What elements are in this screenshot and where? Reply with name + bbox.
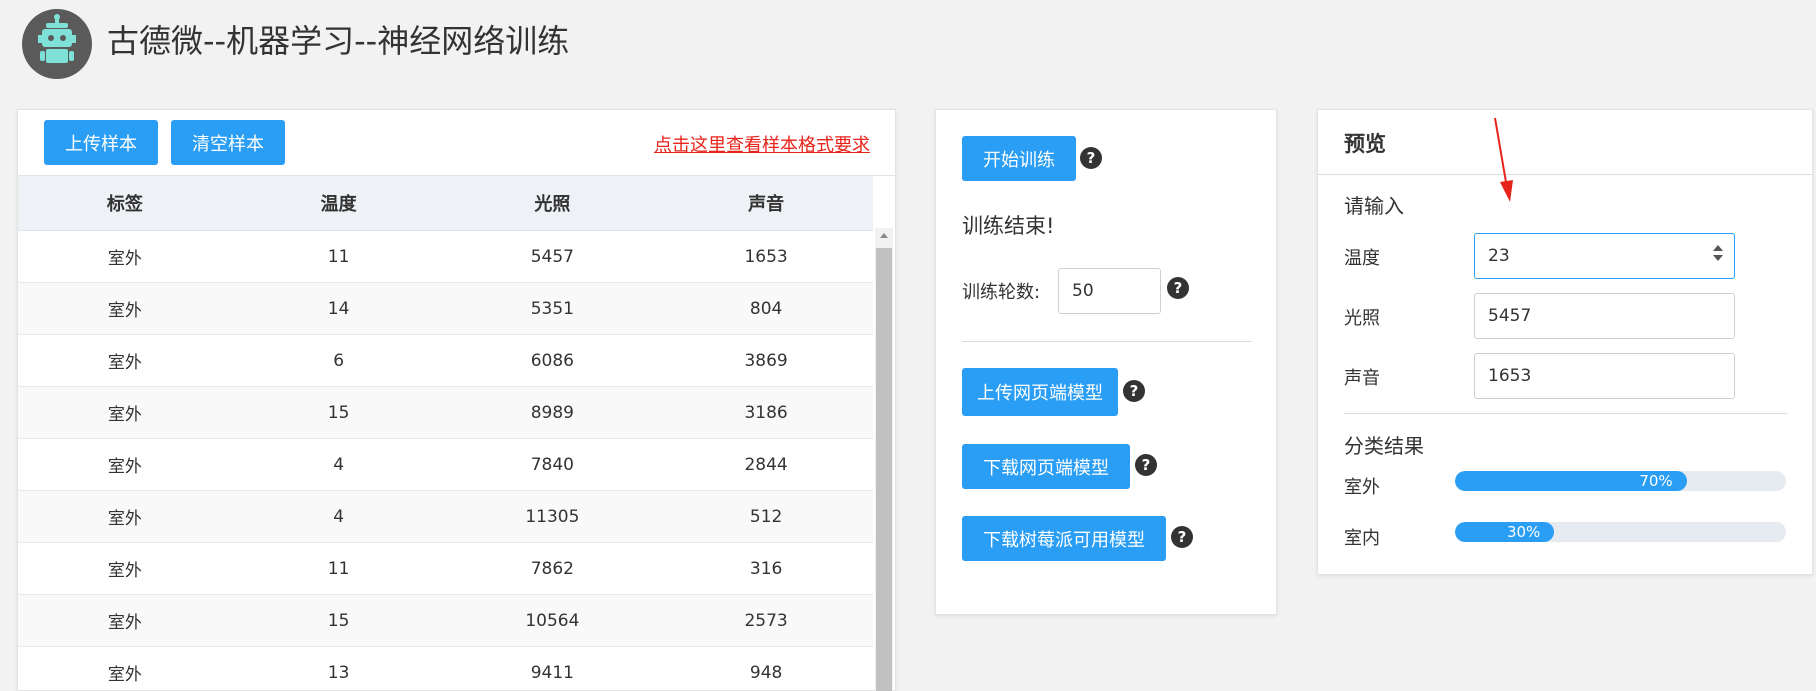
cell-light: 10564 — [446, 595, 660, 647]
help-icon[interactable]: ? — [1167, 277, 1189, 299]
table-header-row: 标签 温度 光照 声音 — [18, 176, 873, 231]
cell-temperature: 14 — [232, 283, 446, 335]
table-row: 室外 15 8989 3186 — [18, 387, 873, 439]
table-row: 室外 4 7840 2844 — [18, 439, 873, 491]
table-row: 室外 14 5351 804 — [18, 283, 873, 335]
result-label-outdoor: 室外 — [1344, 473, 1380, 499]
help-icon[interactable]: ? — [1123, 380, 1145, 402]
cell-sound: 3186 — [659, 387, 873, 439]
epochs-label: 训练轮数: — [962, 278, 1040, 304]
result-bar-fill: 30% — [1455, 522, 1554, 542]
cell-sound: 3869 — [659, 335, 873, 387]
preview-title: 预览 — [1344, 128, 1386, 158]
app-header: 古德微--机器学习--神经网络训练 — [0, 0, 1816, 90]
cell-temperature: 4 — [232, 491, 446, 543]
cell-label: 室外 — [18, 283, 232, 335]
divider — [1344, 413, 1787, 414]
cell-label: 室外 — [18, 439, 232, 491]
table-row: 室外 4 11305 512 — [18, 491, 873, 543]
input-heading: 请输入 — [1344, 190, 1404, 219]
cell-label: 室外 — [18, 335, 232, 387]
cell-sound: 2573 — [659, 595, 873, 647]
sample-format-link[interactable]: 点击这里查看样本格式要求 — [654, 131, 870, 157]
light-input[interactable] — [1474, 293, 1735, 339]
cell-temperature: 15 — [232, 387, 446, 439]
upload-samples-button[interactable]: 上传样本 — [44, 120, 158, 165]
cell-sound: 316 — [659, 543, 873, 595]
spinner-down-icon[interactable] — [1713, 255, 1723, 261]
spinner-up-icon[interactable] — [1713, 245, 1723, 251]
column-header-label: 标签 — [18, 176, 232, 231]
result-bar-fill: 70% — [1455, 471, 1687, 491]
cell-light: 5457 — [446, 231, 660, 283]
divider — [962, 341, 1252, 342]
cell-light: 11305 — [446, 491, 660, 543]
divider — [1318, 174, 1812, 175]
scroll-up-arrow-icon[interactable] — [880, 233, 888, 238]
table-row: 室外 11 7862 316 — [18, 543, 873, 595]
help-icon[interactable]: ? — [1135, 454, 1157, 476]
robot-icon — [22, 9, 92, 79]
cell-sound: 2844 — [659, 439, 873, 491]
help-icon[interactable]: ? — [1171, 526, 1193, 548]
column-header-light: 光照 — [446, 176, 660, 231]
cell-label: 室外 — [18, 491, 232, 543]
help-icon[interactable]: ? — [1080, 147, 1102, 169]
cell-temperature: 11 — [232, 231, 446, 283]
sound-input[interactable] — [1474, 353, 1735, 399]
training-status: 训练结束! — [962, 210, 1054, 240]
cell-label: 室外 — [18, 595, 232, 647]
number-spinner-icon[interactable] — [1711, 245, 1723, 263]
cell-label: 室外 — [18, 387, 232, 439]
cell-temperature: 4 — [232, 439, 446, 491]
cell-light: 5351 — [446, 283, 660, 335]
clear-samples-button[interactable]: 清空样本 — [171, 120, 285, 165]
epochs-input[interactable] — [1058, 268, 1161, 314]
cell-temperature: 6 — [232, 335, 446, 387]
sound-label: 声音 — [1344, 364, 1380, 390]
page-title: 古德微--机器学习--神经网络训练 — [107, 16, 569, 62]
cell-temperature: 11 — [232, 543, 446, 595]
cell-sound: 1653 — [659, 231, 873, 283]
table-row: 室外 11 5457 1653 — [18, 231, 873, 283]
cell-light: 7840 — [446, 439, 660, 491]
annotation-arrow-icon — [1480, 110, 1520, 210]
result-label-indoor: 室内 — [1344, 524, 1380, 550]
column-header-temperature: 温度 — [232, 176, 446, 231]
column-header-sound: 声音 — [659, 176, 873, 231]
scrollbar-thumb[interactable] — [876, 248, 892, 691]
training-panel: 开始训练 ? 训练结束! 训练轮数: ? 上传网页端模型 ? 下载网页端模型 ?… — [935, 109, 1277, 615]
download-web-model-button[interactable]: 下载网页端模型 — [962, 444, 1130, 489]
cell-sound: 804 — [659, 283, 873, 335]
preview-panel: 预览 请输入 温度 光照 声音 分类结果 室外 70% 室内 30% — [1317, 109, 1813, 575]
result-bar-indoor: 30% — [1455, 522, 1786, 542]
cell-light: 6086 — [446, 335, 660, 387]
samples-table: 标签 温度 光照 声音 室外 11 5457 1653 室外 14 5351 8 — [18, 176, 873, 691]
cell-label: 室外 — [18, 543, 232, 595]
temperature-field — [1474, 233, 1735, 279]
cell-temperature: 15 — [232, 595, 446, 647]
temperature-label: 温度 — [1344, 244, 1380, 270]
cell-label: 室外 — [18, 231, 232, 283]
cell-light: 8989 — [446, 387, 660, 439]
start-training-button[interactable]: 开始训练 — [962, 136, 1076, 181]
table-row: 室外 15 10564 2573 — [18, 595, 873, 647]
result-heading: 分类结果 — [1344, 430, 1424, 459]
samples-table-container: 标签 温度 光照 声音 室外 11 5457 1653 室外 14 5351 8 — [18, 175, 895, 691]
light-label: 光照 — [1344, 304, 1380, 330]
table-row: 室外 6 6086 3869 — [18, 335, 873, 387]
samples-panel: 上传样本 清空样本 点击这里查看样本格式要求 标签 温度 光照 声音 室外 11… — [17, 109, 896, 691]
temperature-input[interactable] — [1474, 233, 1735, 279]
upload-web-model-button[interactable]: 上传网页端模型 — [962, 368, 1118, 416]
download-raspberry-pi-model-button[interactable]: 下载树莓派可用模型 — [962, 516, 1166, 561]
table-scrollbar[interactable] — [875, 228, 893, 691]
cell-sound: 512 — [659, 491, 873, 543]
result-bar-outdoor: 70% — [1455, 471, 1786, 491]
cell-light: 7862 — [446, 543, 660, 595]
